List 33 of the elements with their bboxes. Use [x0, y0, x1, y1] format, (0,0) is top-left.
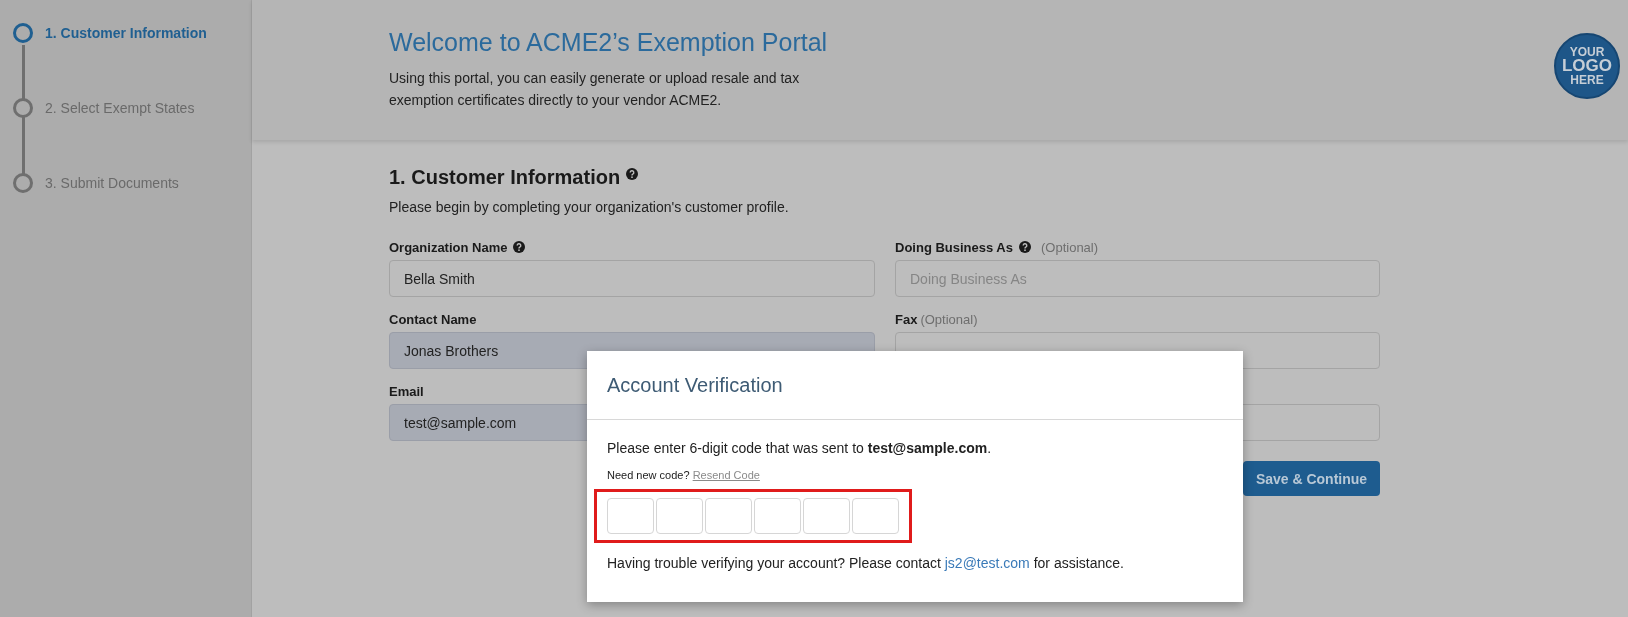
- help-icon[interactable]: [1019, 241, 1031, 253]
- input-field[interactable]: Bella Smith: [389, 260, 875, 297]
- email-link[interactable]: js2@test.com: [944, 555, 1030, 571]
- code-digit-field[interactable]: [803, 498, 850, 534]
- field-label: Email: [389, 383, 424, 399]
- code-digit-field[interactable]: [852, 498, 899, 534]
- optional-note: (Optional): [1041, 239, 1099, 255]
- help-icon[interactable]: [513, 241, 526, 253]
- modal-title: Account Verification: [607, 373, 783, 397]
- optional-note: (Optional): [920, 311, 978, 327]
- field-label: Contact Name: [389, 311, 477, 327]
- verification-prompt: Please enter 6-digit code that was sent to test@sample.com.: [607, 440, 993, 456]
- resend-code-link[interactable]: Resend Code: [692, 469, 760, 481]
- section-subtitle: Please begin by completing your organization's customer profile.: [389, 199, 790, 215]
- section-title: 1. Customer Information: [389, 166, 621, 189]
- step-item[interactable]: 2. Select Exempt States: [13, 95, 251, 121]
- field-label: Doing Business As: [895, 239, 1013, 255]
- input-field[interactable]: Doing Business As: [895, 260, 1380, 297]
- page-description: Using this portal, you can easily generate or upload resale and tax exemption certificates directly to your vendor ACME2.: [389, 69, 801, 110]
- help-text: Having trouble verifying your account? Please contact js2@test.com for assistance.: [607, 555, 1125, 571]
- help-icon[interactable]: [626, 168, 639, 180]
- save-continue-button[interactable]: Save & Continue: [1243, 461, 1380, 496]
- step-item[interactable]: 1. Customer Information: [13, 20, 251, 46]
- step-item[interactable]: 3. Submit Documents: [13, 170, 251, 196]
- code-digit-field[interactable]: [754, 498, 801, 534]
- logo: YOUR LOGO HERE: [1554, 33, 1620, 99]
- page-title: Welcome to ACME2’s Exemption Portal: [389, 28, 828, 57]
- code-digit-field[interactable]: [656, 498, 703, 534]
- code-digit-field[interactable]: [607, 498, 654, 534]
- resend-prompt: Need new code? Resend Code: [607, 469, 761, 481]
- field-label: Organization Name: [389, 239, 508, 255]
- code-digit-field[interactable]: [705, 498, 752, 534]
- field-label: Fax: [895, 311, 918, 327]
